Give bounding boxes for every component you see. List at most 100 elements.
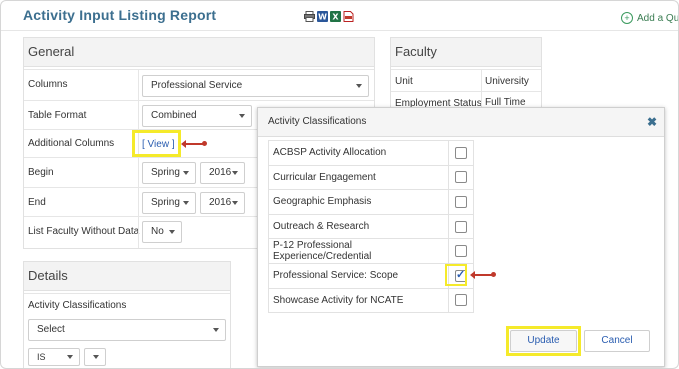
end-term-value: Spring [151,197,180,208]
label-divider [138,217,139,248]
chevron-down-icon [183,171,189,175]
details-panel: Details Activity Classifications Select … [23,261,231,368]
chevron-down-icon [356,84,362,88]
classification-checkbox[interactable] [455,195,467,208]
label-divider [138,158,139,188]
columns-row: Columns Professional Service [24,69,374,101]
arrow-dot-icon [491,272,496,277]
classification-list: ACBSP Activity Allocation Curricular Enga… [268,140,474,314]
faculty-heading: Faculty [391,38,541,67]
arrowhead-icon [181,140,186,148]
svg-text:W: W [318,13,327,22]
word-icon[interactable]: W [317,11,328,22]
cancel-button[interactable]: Cancel [584,330,650,352]
checkbox-highlight [445,264,467,286]
columns-label: Columns [28,79,68,90]
faculty-panel: Faculty Unit University Employment Statu… [390,37,542,111]
arrow-dot-icon [202,141,207,146]
classification-label: Curricular Engagement [268,164,449,191]
close-icon[interactable]: ✖ [647,115,657,129]
update-button[interactable]: Update [510,330,577,352]
classification-row: Showcase Activity for NCATE [268,287,474,314]
columns-select-value: Professional Service [151,80,243,91]
operator-select[interactable]: IS [28,348,80,366]
classification-label: ACBSP Activity Allocation [268,140,449,166]
arrowhead-icon [470,271,475,279]
operator-select-value: IS [37,352,46,362]
unit-value: University [485,76,529,87]
classification-label: Professional Service: Scope [268,262,449,289]
view-link-arrow [181,140,207,148]
classification-checkbox-cell [448,189,474,215]
classification-row: Geographic Emphasis [268,189,474,215]
additional-columns-label: Additional Columns [28,138,115,149]
label-divider [481,70,482,92]
end-year-value: 2016 [209,197,232,208]
pdf-icon[interactable] [343,11,354,22]
columns-select[interactable]: Professional Service [142,75,369,97]
begin-year-value: 2016 [209,167,232,178]
classification-label: Geographic Emphasis [268,189,449,215]
table-format-label: Table Format [28,110,87,121]
classification-checkbox-cell [448,213,474,240]
value-select[interactable] [84,348,106,366]
classification-checkbox-cell [448,238,474,264]
begin-term-value: Spring [151,167,180,178]
chevron-down-icon [239,114,245,118]
chevron-down-icon [183,201,189,205]
list-faculty-label: List Faculty Without Data [28,226,140,237]
classification-row: Curricular Engagement [268,164,474,191]
general-heading: General [24,38,374,67]
add-icon: + [621,12,633,24]
table-format-select[interactable]: Combined [142,105,252,127]
label-divider [138,188,139,217]
table-format-select-value: Combined [151,110,197,121]
app-window: Activity Input Listing Report W X + Add … [0,0,679,369]
classification-checkbox[interactable] [455,171,467,184]
page-title: Activity Input Listing Report [23,7,217,23]
dialog-title: Activity Classifications [268,116,367,127]
classification-checkbox-cell [448,164,474,191]
begin-term-select[interactable]: Spring [142,162,196,184]
excel-icon[interactable]: X [330,11,341,22]
chevron-down-icon [169,230,175,234]
add-link-label: Add a Qu [637,12,679,24]
chevron-down-icon [213,328,219,332]
checkbox-arrow [470,271,496,279]
classification-row: Professional Service: Scope [268,262,474,289]
classification-row: Outreach & Research [268,213,474,240]
add-quick-link[interactable]: + Add a Qu [621,12,679,24]
chevron-down-icon [232,171,238,175]
classification-select-value: Select [37,324,65,335]
end-label: End [28,197,46,208]
list-faculty-select[interactable]: No [142,221,182,243]
svg-text:X: X [332,13,339,22]
title-divider [1,30,678,31]
classification-checkbox[interactable] [455,245,467,258]
activity-classifications-label: Activity Classifications [28,300,127,311]
end-term-select[interactable]: Spring [142,192,196,214]
classification-checkbox[interactable] [455,146,467,159]
classification-row: ACBSP Activity Allocation [268,140,474,166]
label-divider [138,101,139,130]
chevron-down-icon [67,355,73,359]
classification-label: P-12 Professional Experience/Credential [268,238,449,264]
unit-label: Unit [395,76,413,87]
classification-label: Outreach & Research [268,213,449,240]
details-heading: Details [24,262,230,291]
classification-checkbox[interactable] [455,220,467,233]
begin-year-select[interactable]: 2016 [200,162,245,184]
classification-row: P-12 Professional Experience/Credential [268,238,474,264]
unit-row: Unit University [391,69,541,92]
printer-icon[interactable] [304,11,315,22]
chevron-down-icon [93,355,99,359]
classification-checkbox-cell [448,140,474,166]
end-year-select[interactable]: 2016 [200,192,245,214]
classification-select[interactable]: Select [28,319,226,341]
classification-checkbox-cell [448,287,474,314]
classification-label: Showcase Activity for NCATE [268,287,449,314]
activity-classifications-dialog: Activity Classifications ✖ ACBSP Activit… [257,107,665,367]
view-link-highlight [132,130,181,157]
activity-classifications-row: Activity Classifications [24,293,230,316]
classification-checkbox[interactable] [455,294,467,307]
